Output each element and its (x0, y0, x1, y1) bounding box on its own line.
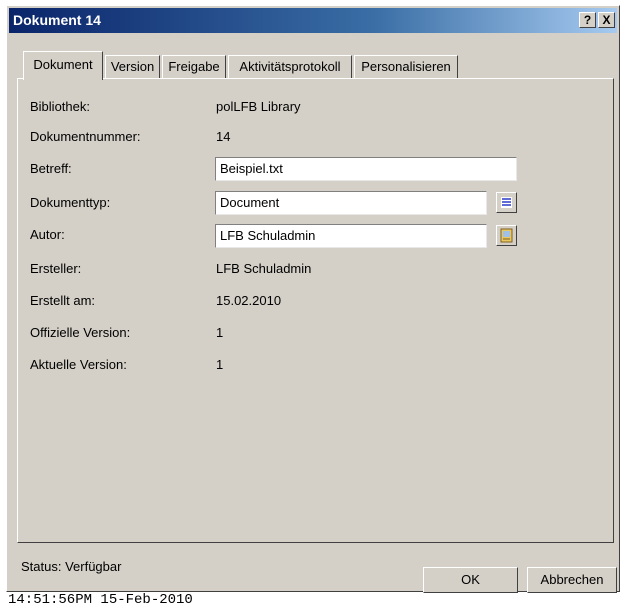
tab-version[interactable]: Version (105, 55, 160, 78)
autor-label: Autor: (30, 227, 65, 242)
aktuelle-version-label: Aktuelle Version: (30, 357, 127, 372)
autor-select-button[interactable] (496, 225, 517, 246)
close-button[interactable]: X (598, 12, 615, 28)
title-bar[interactable]: Dokument 14 ? X (9, 8, 617, 33)
list-icon (501, 197, 512, 208)
offizielle-version-label: Offizielle Version: (30, 325, 131, 340)
aktuelle-version-value: 1 (216, 357, 224, 372)
help-button[interactable]: ? (579, 12, 596, 28)
tab-dokument[interactable]: Dokument (23, 51, 103, 80)
tab-freigabe[interactable]: Freigabe (162, 55, 226, 78)
document-properties-dialog: Dokument 14 ? X Dokument Version Freigab… (6, 5, 620, 593)
dokumentnummer-label: Dokumentnummer: (30, 129, 141, 144)
erstellt-am-value: 15.02.2010 (216, 293, 282, 308)
dokumentnummer-value: 14 (216, 129, 231, 144)
tab-aktivitaetsprotokoll[interactable]: Aktivitätsprotokoll (228, 55, 352, 78)
offizielle-version-value: 1 (216, 325, 224, 340)
cancel-button[interactable]: Abbrechen (527, 567, 617, 593)
ok-button[interactable]: OK (423, 567, 518, 593)
tab-panel-dokument: Bibliothek: polLFB Library Dokumentnumme… (17, 78, 614, 543)
bibliothek-label: Bibliothek: (30, 99, 90, 114)
betreff-label: Betreff: (30, 161, 72, 176)
dokumenttyp-input[interactable]: Document (215, 191, 487, 215)
tab-personalisieren[interactable]: Personalisieren (354, 55, 458, 78)
window-title: Dokument 14 (13, 12, 101, 28)
ersteller-value: LFB Schuladmin (216, 261, 312, 276)
status-text: Status: Verfügbar (21, 559, 122, 574)
bibliothek-value: polLFB Library (216, 99, 301, 114)
timestamp-overlay: 14:51:56PM 15-Feb-2010 (4, 593, 197, 608)
dokumenttyp-label: Dokumenttyp: (30, 195, 111, 210)
dokumenttyp-list-button[interactable] (496, 192, 517, 213)
address-book-icon (500, 228, 513, 243)
ersteller-label: Ersteller: (30, 261, 82, 276)
autor-input[interactable]: LFB Schuladmin (215, 224, 487, 248)
erstellt-am-label: Erstellt am: (30, 293, 96, 308)
betreff-input[interactable]: Beispiel.txt (215, 157, 517, 181)
